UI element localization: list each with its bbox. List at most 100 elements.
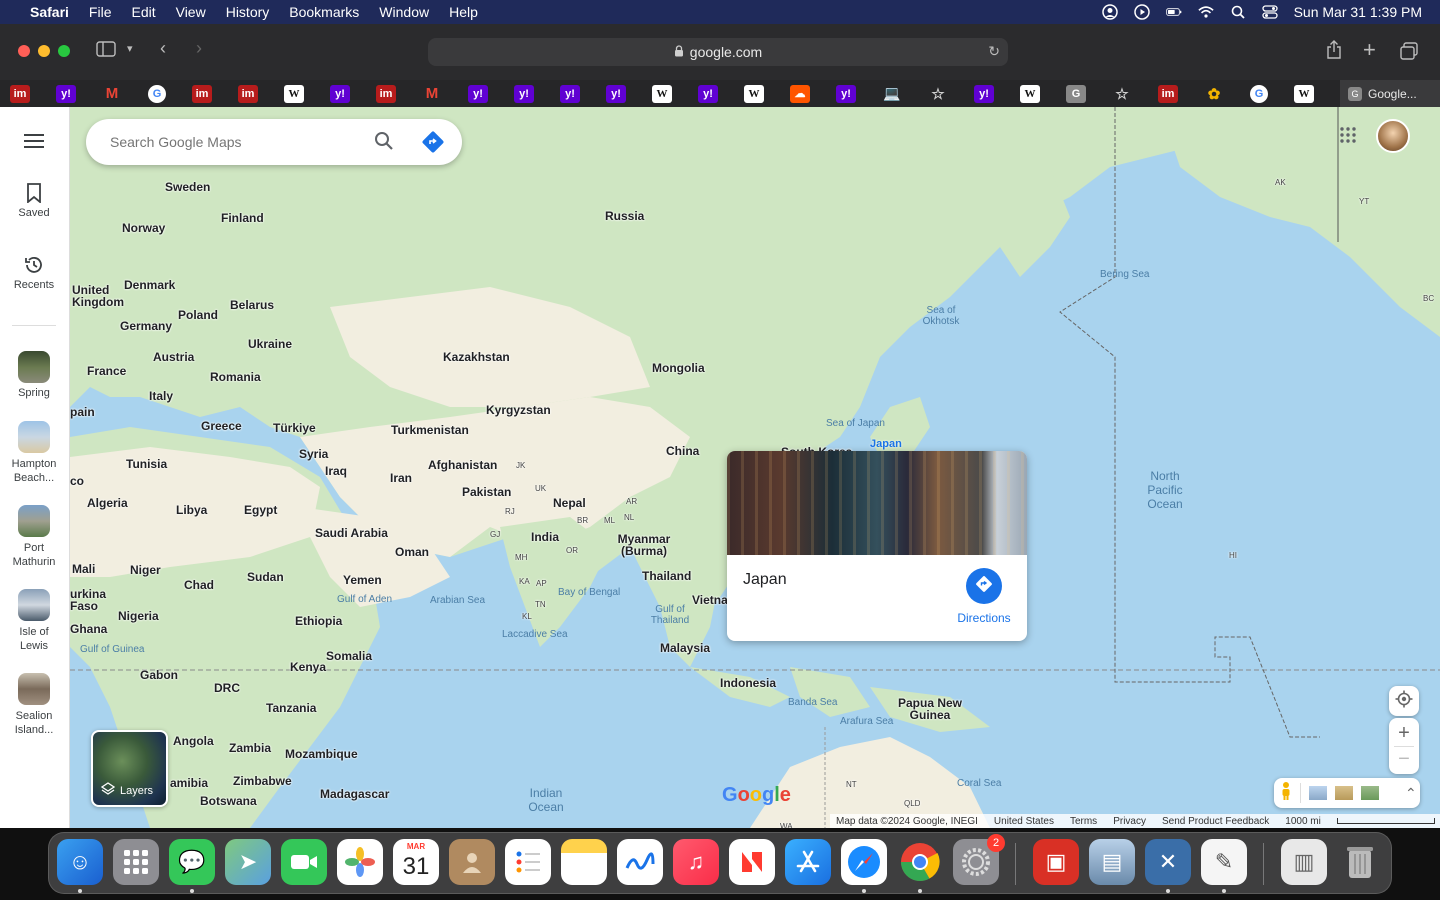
- map-label-kazakhstan[interactable]: Kazakhstan: [443, 350, 510, 364]
- map-label-niger[interactable]: Niger: [130, 563, 161, 577]
- map-label-ghana[interactable]: Ghana: [70, 622, 107, 636]
- search-input[interactable]: [110, 134, 360, 150]
- xcode-tools-icon[interactable]: ✕: [1145, 839, 1191, 885]
- finder-icon[interactable]: ☺: [57, 839, 103, 885]
- music-icon[interactable]: ♫: [673, 839, 719, 885]
- map-label-burkina-faso[interactable]: urkina Faso: [70, 588, 110, 612]
- terms-link[interactable]: Terms: [1070, 816, 1097, 827]
- messages-icon[interactable]: 💬: [169, 839, 215, 885]
- app-store-icon[interactable]: [785, 839, 831, 885]
- map-label-gj[interactable]: GJ: [490, 530, 500, 539]
- map-label-iran[interactable]: Iran: [390, 471, 412, 485]
- map-label-madagascar[interactable]: Madagascar: [320, 787, 389, 801]
- favorite-yahoo-icon[interactable]: y!: [974, 84, 994, 103]
- map-label-france[interactable]: France: [87, 364, 126, 378]
- map-label-syria[interactable]: Syria: [299, 447, 328, 461]
- map-label-gulf-of-thailand[interactable]: Gulf of Thailand: [648, 604, 692, 626]
- map-label-turkmenistan[interactable]: Turkmenistan: [391, 423, 469, 437]
- favorite-yahoo-icon[interactable]: y!: [836, 84, 856, 103]
- map-label-yemen[interactable]: Yemen: [343, 573, 382, 587]
- saved-button[interactable]: Saved: [0, 183, 68, 219]
- maps-viewport[interactable]: Russia Sweden Finland Norway Denmark Uni…: [0, 107, 1440, 828]
- reload-icon[interactable]: ↻: [988, 43, 1000, 60]
- map-label-chad[interactable]: Chad: [184, 578, 214, 592]
- favorite-gmail-icon[interactable]: M: [422, 85, 442, 103]
- map-label-indian-ocean[interactable]: Indian Ocean: [525, 786, 567, 814]
- map-label-bay-of-bengal[interactable]: Bay of Bengal: [558, 587, 620, 598]
- map-label-ml[interactable]: ML: [604, 516, 615, 525]
- map-label-romania[interactable]: Romania: [210, 370, 261, 384]
- map-label-papua-new-guinea[interactable]: Papua New Guinea: [895, 697, 965, 721]
- control-center-icon[interactable]: [1261, 4, 1278, 20]
- map-label-somalia[interactable]: Somalia: [326, 649, 372, 663]
- map-label-libya[interactable]: Libya: [176, 503, 207, 517]
- map-label-uk[interactable]: UK: [535, 484, 546, 493]
- map-label-ethiopia[interactable]: Ethiopia: [295, 614, 342, 628]
- menu-help[interactable]: Help: [449, 4, 478, 20]
- recent-place-spring[interactable]: Spring: [0, 351, 68, 399]
- back-arrow-icon[interactable]: ‹: [160, 38, 166, 59]
- contacts-icon[interactable]: [449, 839, 495, 885]
- photos-icon[interactable]: [337, 839, 383, 885]
- map-label-gabon[interactable]: Gabon: [140, 668, 178, 682]
- map-label-bering-sea[interactable]: Bering Sea: [1100, 269, 1149, 280]
- region-link[interactable]: United States: [994, 816, 1054, 827]
- map-label-austria[interactable]: Austria: [153, 350, 194, 364]
- account-avatar[interactable]: [1376, 119, 1410, 153]
- map-label-turkiye[interactable]: Türkiye: [273, 421, 316, 435]
- favorite-star-icon[interactable]: ☆: [928, 85, 948, 103]
- my-location-button[interactable]: [1389, 686, 1419, 716]
- directions-icon[interactable]: [421, 130, 445, 154]
- close-window-button[interactable]: [18, 45, 30, 57]
- map-data-text[interactable]: Map data ©2024 Google, INEGI: [836, 816, 978, 827]
- map-label-ap[interactable]: AP: [536, 579, 547, 588]
- map-label-finland[interactable]: Finland: [221, 211, 264, 225]
- favorite-yahoo-icon[interactable]: y!: [606, 84, 626, 103]
- map-label-yt[interactable]: YT: [1359, 197, 1369, 206]
- map-label-gulf-of-aden[interactable]: Gulf of Aden: [337, 594, 392, 605]
- favorite-wikipedia-icon[interactable]: W: [744, 84, 764, 103]
- menubar-clock[interactable]: Sun Mar 31 1:39 PM: [1294, 4, 1422, 20]
- map-label-drc[interactable]: DRC: [214, 681, 240, 695]
- recent-place-port-mathurin[interactable]: Port Mathurin: [0, 505, 68, 569]
- favorite-yahoo-icon[interactable]: y!: [514, 84, 534, 103]
- map-label-kenya[interactable]: Kenya: [290, 660, 326, 674]
- map-label-qld[interactable]: QLD: [904, 799, 920, 808]
- map-label-pakistan[interactable]: Pakistan: [462, 485, 511, 499]
- expand-chevron-icon[interactable]: ⌃: [1405, 785, 1417, 802]
- map-label-zimbabwe[interactable]: Zimbabwe: [233, 774, 292, 788]
- place-card-japan[interactable]: Japan Directions: [727, 451, 1027, 641]
- map-label-ukraine[interactable]: Ukraine: [248, 337, 292, 351]
- battery-icon[interactable]: [1165, 4, 1182, 20]
- traffic-layer-thumbnail[interactable]: [1335, 786, 1353, 800]
- preview-icon[interactable]: ▤: [1089, 839, 1135, 885]
- directions-button[interactable]: [966, 568, 1002, 604]
- launchpad-icon[interactable]: [113, 839, 159, 885]
- map-label-tunisia[interactable]: Tunisia: [126, 457, 167, 471]
- map-label-afghanistan[interactable]: Afghanistan: [428, 458, 497, 472]
- news-icon[interactable]: [729, 839, 775, 885]
- reminders-icon[interactable]: [505, 839, 551, 885]
- favorite-wikipedia-icon[interactable]: W: [652, 84, 672, 103]
- safari-app-icon[interactable]: [841, 839, 887, 885]
- map-label-gulf-of-guinea[interactable]: Gulf of Guinea: [80, 644, 144, 655]
- favorite-laptop-icon[interactable]: 💻: [882, 85, 902, 103]
- notes-icon[interactable]: [561, 839, 607, 885]
- map-label-hi[interactable]: HI: [1229, 551, 1237, 560]
- trash-icon[interactable]: [1337, 839, 1383, 885]
- terrain-layer-thumbnail[interactable]: [1309, 786, 1327, 800]
- map-label-bc[interactable]: BC: [1423, 294, 1434, 303]
- map-label-russia[interactable]: Russia: [605, 209, 644, 223]
- downloads-stack-icon[interactable]: ▥: [1281, 839, 1327, 885]
- pegman-icon[interactable]: [1280, 781, 1292, 806]
- share-icon[interactable]: [1326, 40, 1342, 65]
- map-label-arafura-sea[interactable]: Arafura Sea: [840, 716, 893, 727]
- favorite-soundcloud-icon[interactable]: ☁: [790, 84, 810, 103]
- map-label-denmark[interactable]: Denmark: [124, 278, 175, 292]
- favorite-im-icon[interactable]: im: [1158, 84, 1178, 103]
- map-label-jk[interactable]: JK: [516, 461, 525, 470]
- map-label-nigeria[interactable]: Nigeria: [118, 609, 159, 623]
- map-label-mh[interactable]: MH: [515, 553, 527, 562]
- map-label-germany[interactable]: Germany: [120, 319, 172, 333]
- map-label-arabian-sea[interactable]: Arabian Sea: [430, 595, 485, 606]
